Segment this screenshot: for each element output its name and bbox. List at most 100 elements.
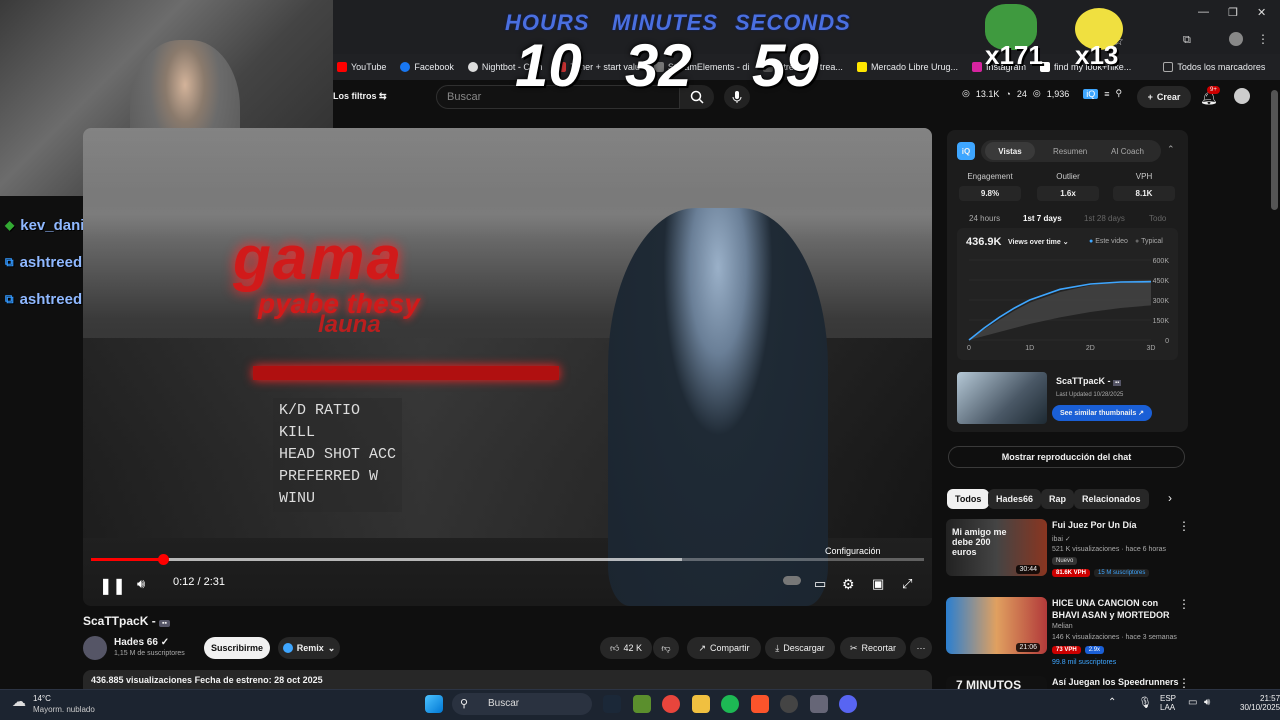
- chat-replay-button[interactable]: Mostrar reproducción del chat: [948, 446, 1185, 468]
- pause-button[interactable]: ❚❚: [99, 576, 126, 596]
- ext-tab-vistas[interactable]: Vistas: [985, 142, 1035, 160]
- range-7d[interactable]: 1st 7 days: [1023, 214, 1062, 223]
- recommended-video[interactable]: Mi amigo me debe 200 euros 30:44 Fui Jue…: [946, 519, 1236, 579]
- clock[interactable]: 21:57 30/10/2025: [1240, 694, 1280, 712]
- extensions-icon[interactable]: ⧉: [1183, 34, 1191, 47]
- bookmark-all[interactable]: Todos los marcadores: [1163, 62, 1265, 72]
- channel-avatar[interactable]: [83, 636, 107, 660]
- ext-tab-resumen[interactable]: Resumen: [1053, 147, 1087, 156]
- download-button[interactable]: ⤓ Descargar: [765, 637, 835, 659]
- y-tick-label: 150K: [1153, 318, 1170, 325]
- similar-thumbnails-button[interactable]: See similar thumbnails ↗: [1052, 405, 1152, 421]
- like-button[interactable]: 👍︎ 42 K: [600, 637, 652, 659]
- spotify-icon[interactable]: [721, 695, 739, 713]
- chip-todos[interactable]: Todos: [947, 489, 990, 509]
- range-24h[interactable]: 24 hours: [969, 214, 1000, 223]
- rec-more-icon[interactable]: ⋮: [1178, 597, 1190, 611]
- recommended-video[interactable]: 21:06 HICE UNA CANCION con BHAVI ASAN y …: [946, 597, 1236, 666]
- remix-button[interactable]: Remix ⌄: [278, 637, 340, 659]
- thumbnail-title: ScaTTpacK - ▪▪: [1056, 376, 1122, 386]
- minecraft-icon[interactable]: [633, 695, 651, 713]
- rec-duration: 21:06: [1016, 643, 1040, 652]
- obs-icon[interactable]: [780, 695, 798, 713]
- close-icon[interactable]: ✕: [1257, 6, 1266, 19]
- progress-played: [91, 558, 164, 561]
- subscribe-button[interactable]: Suscribirme: [204, 637, 270, 659]
- range-all[interactable]: Todo: [1149, 214, 1166, 223]
- weather-desc: Mayorm. nublado: [33, 705, 95, 714]
- profile-avatar[interactable]: [1229, 32, 1243, 46]
- fullscreen-button[interactable]: ⤢: [902, 576, 912, 592]
- metric-label: Engagement: [967, 172, 1013, 181]
- clip-button[interactable]: ✂ Recortar: [840, 637, 906, 659]
- tray-chevron-icon[interactable]: ⌃: [1108, 697, 1116, 708]
- settings-button[interactable]: ⚙: [842, 576, 855, 593]
- views-icon: ◎: [962, 88, 970, 98]
- weather-icon[interactable]: ☁: [12, 693, 26, 710]
- notification-badge: 9+: [1207, 86, 1220, 94]
- comments-icon: ◎: [1032, 88, 1041, 98]
- video-person: [608, 208, 828, 606]
- thumbnail-image[interactable]: [957, 372, 1047, 424]
- network-icon[interactable]: ▭: [1188, 697, 1197, 708]
- autoplay-toggle[interactable]: [783, 576, 801, 585]
- chip-hades66[interactable]: Hades66: [988, 489, 1042, 509]
- share-icon: ↗: [698, 642, 707, 653]
- timer-seconds: 59: [752, 32, 819, 99]
- file-explorer-icon[interactable]: [692, 695, 710, 713]
- mic-icon: [732, 91, 742, 103]
- chrome-icon[interactable]: [662, 695, 680, 713]
- rec-subs: 15 M suscriptores: [1094, 569, 1150, 577]
- y-tick-label: 0: [1165, 338, 1169, 345]
- steam-icon[interactable]: [603, 695, 621, 713]
- start-icon[interactable]: [425, 695, 443, 713]
- share-button[interactable]: ↗ Compartir: [687, 637, 761, 659]
- rec-channel: Melian: [1052, 623, 1073, 630]
- voice-search-button[interactable]: [724, 85, 750, 109]
- filters-button[interactable]: Los filtros ⇆: [333, 91, 387, 102]
- app-icon[interactable]: [810, 695, 828, 713]
- minimize-icon[interactable]: —: [1198, 6, 1209, 18]
- more-button[interactable]: ⋯: [910, 637, 932, 659]
- theater-button[interactable]: ▣: [872, 576, 884, 592]
- rec-more-icon[interactable]: ⋮: [1178, 519, 1190, 533]
- menu-kebab-icon[interactable]: ⋮: [1257, 32, 1269, 46]
- page-scrollbar[interactable]: [1271, 90, 1278, 210]
- chip-relacionados[interactable]: Relacionados: [1074, 489, 1149, 509]
- video-player[interactable]: gama pyabe thesy launa K/D RATIO KILL HE…: [83, 128, 932, 606]
- search-icon: [690, 90, 704, 104]
- gear-icon: ⚙: [842, 576, 855, 592]
- range-28d[interactable]: 1st 28 days: [1084, 214, 1125, 223]
- account-avatar[interactable]: [1234, 88, 1250, 104]
- dislike-button[interactable]: 👎︎: [653, 637, 679, 659]
- views-chart: 436.9K Views over time ⌄ ● Este video ● …: [957, 228, 1178, 360]
- ext-tab-aicoach[interactable]: AI Coach: [1111, 147, 1144, 156]
- video-overlay-subtitle-2: launa: [318, 311, 381, 338]
- discord-icon[interactable]: [839, 695, 857, 713]
- views-chart-svg: 600K 450K 300K 150K 0 0 1D 2D 3D: [967, 258, 1170, 352]
- rec-thumbnail[interactable]: 7 MINUTOS: [946, 676, 1047, 689]
- brave-icon[interactable]: [751, 695, 769, 713]
- language-indicator[interactable]: ESP LAA: [1160, 694, 1176, 712]
- x-tick-label: 2D: [1086, 345, 1095, 352]
- metric-label: VPH: [1135, 172, 1153, 181]
- metric-label: Outlier: [1056, 172, 1080, 181]
- mic-icon[interactable]: 🎙︎: [1138, 696, 1152, 709]
- chevron-right-icon[interactable]: ›: [1168, 491, 1172, 505]
- channel-name[interactable]: Hades 66 ✓: [114, 637, 169, 648]
- subtitles-button[interactable]: ▭: [814, 576, 826, 592]
- rec-more-icon[interactable]: ⋮: [1178, 676, 1190, 689]
- bookmark-facebook[interactable]: Facebook: [400, 62, 454, 72]
- scrubber-handle[interactable]: [158, 554, 170, 565]
- recommended-video[interactable]: 7 MINUTOS Así Juegan los Speedrunners de…: [946, 676, 1236, 689]
- create-button[interactable]: + Crear: [1137, 86, 1191, 108]
- thumbs-down-icon: 👎︎: [661, 642, 671, 653]
- volume-icon[interactable]: 🔊︎: [1204, 697, 1210, 708]
- taskbar-search[interactable]: Buscar: [452, 693, 592, 715]
- bookmark-mercadolibre[interactable]: Mercado Libre Urug...: [856, 62, 958, 72]
- chip-rap[interactable]: Rap: [1041, 489, 1075, 509]
- chevron-up-icon[interactable]: ⌃: [1167, 144, 1175, 155]
- bookmark-youtube[interactable]: YouTube: [337, 62, 386, 72]
- restore-icon[interactable]: ❐: [1228, 6, 1238, 19]
- volume-button[interactable]: 🔊︎: [137, 576, 145, 592]
